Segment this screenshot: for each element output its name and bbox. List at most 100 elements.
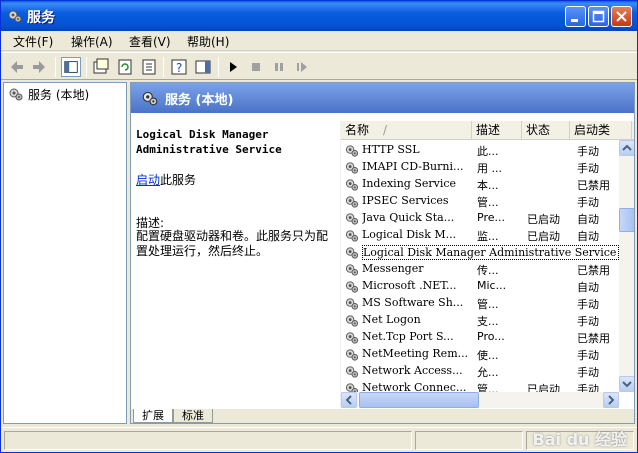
service-description: 管... <box>477 298 499 311</box>
service-name: Indexing Service <box>362 177 457 190</box>
column-header-status[interactable]: 状态 <box>522 121 570 140</box>
toolbar-separator <box>86 57 87 77</box>
table-row[interactable]: Java Quick Sta... Pre... 已启动 自动 <box>341 210 621 227</box>
service-startup-type: 手动 <box>577 315 599 328</box>
table-row[interactable]: Microsoft .NET... Mic... 自动 <box>341 278 621 295</box>
service-startup-type: 手动 <box>577 349 599 362</box>
maximize-icon <box>592 10 605 23</box>
service-description: 监... <box>477 230 499 243</box>
horizontal-scroll-thumb[interactable] <box>359 392 479 408</box>
menu-action[interactable]: 操作(A) <box>67 33 117 50</box>
tab-standard[interactable]: 标准 <box>173 409 213 423</box>
table-row[interactable]: NetMeeting Rem... 使... 手动 <box>341 346 621 363</box>
services-list[interactable]: 名称 / 描述 状态 启动类 HTTP SSL 此... 手动 IMAPI CD-Bu… <box>340 121 634 409</box>
svg-text:?: ? <box>176 61 182 75</box>
service-name: Java Quick Sta... <box>362 211 455 224</box>
scroll-left-button[interactable] <box>341 392 357 408</box>
status-pane-secondary <box>415 431 523 450</box>
close-icon <box>616 11 627 22</box>
show-hide-action-pane-icon[interactable] <box>193 57 213 77</box>
maximize-button[interactable] <box>588 6 609 27</box>
table-row[interactable]: HTTP SSL 此... 手动 <box>341 142 621 159</box>
scroll-down-button[interactable] <box>619 376 634 392</box>
details-pane: 服务 (本地) Logical Disk Manager Administrat… <box>130 82 635 424</box>
help-icon[interactable]: ? <box>169 57 189 77</box>
menu-file[interactable]: 文件(F) <box>9 33 57 50</box>
table-row[interactable]: IPSEC Services 管... 手动 <box>341 193 621 210</box>
pause-service-icon[interactable] <box>269 57 289 77</box>
column-header-name-label: 名称 <box>345 123 370 137</box>
scroll-right-button[interactable] <box>603 392 619 408</box>
service-name: NetMeeting Rem... <box>362 347 469 360</box>
chevron-up-icon <box>622 144 632 151</box>
back-icon[interactable] <box>7 57 27 77</box>
title-bar[interactable]: 服务 <box>1 1 637 31</box>
pane-header: 服务 (本地) <box>131 83 634 113</box>
list-header: 名称 / 描述 状态 启动类 <box>341 121 634 140</box>
forward-icon[interactable] <box>29 57 49 77</box>
show-console-tree-icon[interactable] <box>61 57 81 77</box>
table-row[interactable]: Network Access... 允... 手动 <box>341 363 621 380</box>
table-row[interactable]: Logical Disk M... 监... 已启动 自动 <box>341 227 621 244</box>
gears-icon <box>345 162 359 174</box>
service-name: Messenger <box>362 262 424 275</box>
service-name: Net Logon <box>362 313 421 326</box>
gears-icon <box>345 247 359 259</box>
service-startup-type: 手动 <box>577 298 599 311</box>
sort-indicator: / <box>383 123 388 137</box>
start-service-icon[interactable] <box>223 57 243 77</box>
column-header-startup-type[interactable]: 启动类 <box>570 121 632 140</box>
baidu-watermark: Bai du 经验 <box>532 430 627 449</box>
toolbar-separator <box>55 57 56 77</box>
gears-icon <box>345 281 359 293</box>
start-service-row: 启动此服务 <box>136 171 196 188</box>
tab-extended[interactable]: 扩展 <box>133 409 173 423</box>
restart-service-icon[interactable] <box>292 57 312 77</box>
service-description: 用 ... <box>477 162 502 175</box>
chevron-right-icon <box>608 395 615 405</box>
gears-icon <box>345 298 359 310</box>
toolbar-separator <box>163 57 164 77</box>
table-row[interactable]: MS Software Sh... 管... 手动 <box>341 295 621 312</box>
column-header-description[interactable]: 描述 <box>472 121 522 140</box>
vertical-scrollbar[interactable] <box>619 140 634 392</box>
table-row[interactable]: Net.Tcp Port S... Pro... 已禁用 <box>341 329 621 346</box>
service-startup-type: 手动 <box>577 145 599 158</box>
service-description: Mic... <box>477 279 507 292</box>
gears-icon <box>345 332 359 344</box>
start-service-link[interactable]: 启动 <box>136 173 160 187</box>
service-description-panel: Logical Disk Manager Administrative Serv… <box>136 127 336 258</box>
service-name: HTTP SSL <box>362 143 420 156</box>
service-startup-type: 自动 <box>577 213 599 226</box>
service-startup-type: 已禁用 <box>577 264 610 277</box>
close-button[interactable] <box>611 6 632 27</box>
vertical-scroll-thumb[interactable] <box>619 208 634 232</box>
export-list-icon[interactable] <box>139 57 159 77</box>
chevron-left-icon <box>345 395 352 405</box>
service-name: IPSEC Services <box>362 194 449 207</box>
chevron-down-icon <box>622 381 632 388</box>
horizontal-scrollbar[interactable] <box>341 392 619 408</box>
toolbar: ? <box>1 52 637 80</box>
service-name: Logical Disk M... <box>362 228 457 241</box>
table-row[interactable]: IMAPI CD-Burni... 用 ... 手动 <box>341 159 621 176</box>
stop-service-icon[interactable] <box>246 57 266 77</box>
service-description: Pro... <box>477 330 505 343</box>
refresh-icon[interactable] <box>115 57 135 77</box>
table-row[interactable]: Logical Disk Manager Administrative Serv… <box>341 244 621 261</box>
menu-help[interactable]: 帮助(H) <box>183 33 233 50</box>
table-row[interactable]: Indexing Service 本... 已禁用 <box>341 176 621 193</box>
gears-icon <box>345 230 359 242</box>
column-header-name[interactable]: 名称 / <box>341 121 472 140</box>
service-description: 使... <box>477 349 499 362</box>
service-name: Network Access... <box>362 364 463 377</box>
tree-item-label: 服务 (本地) <box>28 88 90 102</box>
scroll-up-button[interactable] <box>619 140 634 156</box>
properties-icon[interactable] <box>91 57 111 77</box>
minimize-button[interactable] <box>565 6 586 27</box>
service-description: Pre... <box>477 211 505 224</box>
table-row[interactable]: Messenger 传... 已禁用 <box>341 261 621 278</box>
menu-view[interactable]: 查看(V) <box>125 33 175 50</box>
service-name: Logical Disk Manager Administrative Serv… <box>362 245 620 260</box>
table-row[interactable]: Net Logon 支... 手动 <box>341 312 621 329</box>
